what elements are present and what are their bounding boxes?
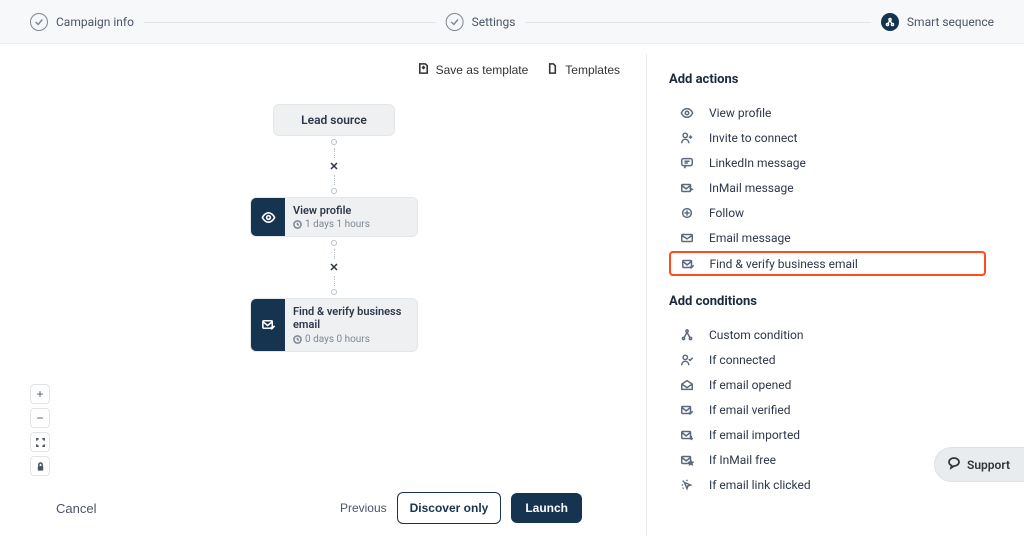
file-icon [546, 62, 559, 78]
zoom-in-button[interactable]: + [30, 384, 50, 404]
fit-view-button[interactable] [30, 432, 50, 452]
templates-button[interactable]: Templates [546, 62, 620, 78]
lead-source-node[interactable]: Lead source [273, 104, 395, 136]
add-conditions-heading: Add conditions [669, 294, 986, 309]
condition-if-email-verified[interactable]: If email verified [669, 398, 986, 422]
envelope-check-icon [675, 403, 699, 417]
save-icon [417, 62, 430, 78]
condition-if-connected[interactable]: If connected [669, 348, 986, 372]
eye-icon [675, 106, 699, 120]
envelope-check-icon [251, 299, 285, 350]
button-label: Save as template [436, 63, 529, 77]
step-label: Smart sequence [907, 15, 994, 29]
eye-icon [251, 198, 285, 236]
node-delay: 0 days 0 hours [293, 334, 409, 345]
cursor-click-icon [675, 478, 699, 492]
node-title: View profile [293, 204, 409, 217]
zoom-out-button[interactable]: − [30, 408, 50, 428]
sequence-icon [881, 13, 899, 31]
zoom-controls: + − [30, 384, 50, 476]
action-inmail-message[interactable]: InMail message [669, 176, 986, 200]
step-label: Settings [472, 15, 516, 29]
previous-button[interactable]: Previous [340, 501, 387, 515]
envelope-icon [675, 231, 699, 245]
node-view-profile[interactable]: View profile 1 days 1 hours [250, 197, 418, 237]
step-label: Campaign info [56, 15, 134, 29]
step-smart-sequence[interactable]: Smart sequence [871, 13, 1004, 31]
discover-only-button[interactable]: Discover only [397, 492, 502, 524]
envelope-star-icon [675, 453, 699, 467]
actions-list: View profile Invite to connect LinkedIn … [669, 101, 986, 276]
connector: ✕ [40, 237, 628, 298]
action-invite-connect[interactable]: Invite to connect [669, 126, 986, 150]
progress-stepper: Campaign info Settings Smart sequence [0, 0, 1024, 44]
node-title: Find & verify business email [293, 305, 409, 331]
support-label: Support [967, 458, 1010, 472]
save-as-template-button[interactable]: Save as template [417, 62, 529, 78]
condition-if-email-opened[interactable]: If email opened [669, 373, 986, 397]
action-email-message[interactable]: Email message [669, 226, 986, 250]
action-find-verify-email[interactable]: Find & verify business email [669, 251, 986, 276]
chat-icon [947, 456, 961, 473]
support-button[interactable]: Support [934, 447, 1024, 482]
add-actions-heading: Add actions [669, 72, 986, 87]
node-delay: 1 days 1 hours [293, 219, 409, 230]
step-settings[interactable]: Settings [436, 13, 526, 31]
envelope-import-icon [675, 428, 699, 442]
canvas-toolbar: Save as template Templates [417, 62, 620, 78]
lock-button[interactable] [30, 456, 50, 476]
envelope-send-icon [675, 181, 699, 195]
footer-bar: Cancel Previous Discover only Launch [0, 492, 628, 524]
cancel-button[interactable]: Cancel [56, 501, 96, 516]
action-follow[interactable]: Follow [669, 201, 986, 225]
sequence-canvas[interactable]: Lead source ✕ View profile 1 days 1 hour… [40, 104, 628, 476]
envelope-check-icon [676, 257, 700, 271]
check-icon [30, 13, 48, 31]
check-icon [446, 13, 464, 31]
condition-custom[interactable]: Custom condition [669, 323, 986, 347]
launch-button[interactable]: Launch [511, 493, 582, 523]
message-icon [675, 156, 699, 170]
user-plus-icon [675, 131, 699, 145]
follow-icon [675, 206, 699, 220]
connector: ✕ [40, 136, 628, 197]
step-campaign-info[interactable]: Campaign info [20, 13, 144, 31]
condition-if-email-imported[interactable]: If email imported [669, 423, 986, 447]
envelope-open-icon [675, 378, 699, 392]
branch-icon [675, 328, 699, 342]
node-find-verify-email[interactable]: Find & verify business email 0 days 0 ho… [250, 298, 418, 351]
action-linkedin-message[interactable]: LinkedIn message [669, 151, 986, 175]
action-view-profile[interactable]: View profile [669, 101, 986, 125]
user-check-icon [675, 353, 699, 367]
button-label: Templates [565, 63, 620, 77]
